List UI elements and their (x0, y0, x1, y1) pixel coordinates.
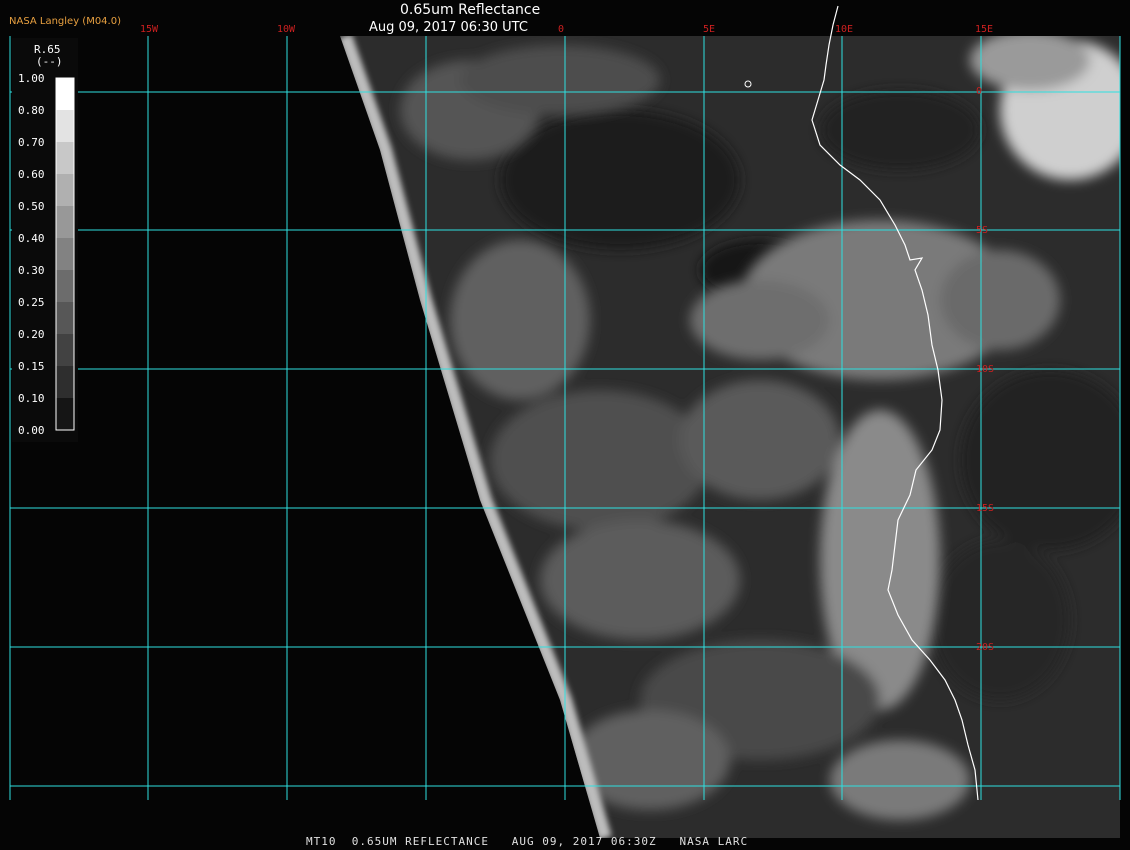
colorbar: R.65 (--) 1.00 0.80 0.70 0.60 0.50 0.40 … (12, 38, 78, 442)
colorbar-tick: 0.80 (18, 104, 45, 117)
colorbar-tick: 0.30 (18, 264, 45, 277)
colorbar-tick: 0.20 (18, 328, 45, 341)
lon-label-0: 0 (558, 24, 565, 35)
image-title: 0.65um Reflectance (400, 2, 541, 18)
colorbar-tick: 0.25 (18, 296, 45, 309)
brand-label: NASA Langley (M04.0) (9, 16, 121, 27)
lat-label-20s: 20S (976, 642, 994, 653)
lat-label-10s: 10S (976, 364, 994, 375)
lon-label-10e: 10E (835, 24, 854, 35)
satellite-map: 0 5S 10S 15S 20S R.65 (--) 1.00 0.80 0.7… (0, 0, 1130, 850)
footer-caption: MT10 0.65UM REFLECTANCE AUG 09, 2017 06:… (306, 835, 749, 848)
colorbar-tick: 0.70 (18, 136, 45, 149)
lat-label-0: 0 (976, 86, 982, 97)
lon-label-15w: 15W (140, 24, 159, 35)
colorbar-tick: 0.50 (18, 200, 45, 213)
colorbar-tick: 0.60 (18, 168, 45, 181)
lon-label-15e: 15E (975, 24, 994, 35)
colorbar-tick: 1.00 (18, 72, 45, 85)
colorbar-tick: 0.15 (18, 360, 45, 373)
colorbar-unit: (--) (36, 55, 63, 68)
lon-label-10w: 10W (277, 24, 296, 35)
colorbar-swatches (55, 77, 75, 431)
image-datetime: Aug 09, 2017 06:30 UTC (369, 20, 528, 35)
colorbar-tick: 0.00 (18, 424, 45, 437)
lat-label-5s: 5S (976, 225, 988, 236)
lat-label-15s: 15S (976, 503, 994, 514)
lon-label-5e: 5E (703, 24, 716, 35)
colorbar-tick: 0.10 (18, 392, 45, 405)
colorbar-tick: 0.40 (18, 232, 45, 245)
